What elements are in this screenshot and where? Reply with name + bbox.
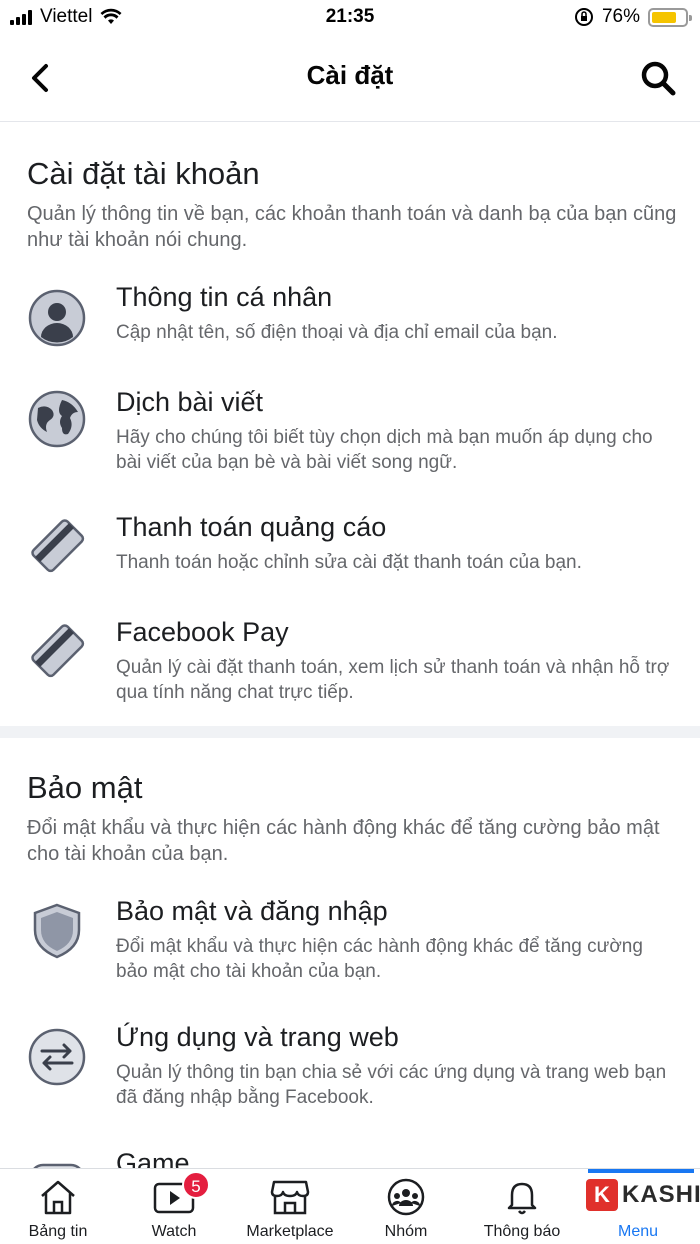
rotation-lock-icon [574, 8, 593, 26]
tab-watch[interactable]: 5 Watch [116, 1169, 232, 1244]
settings-item-apps-websites[interactable]: Ứng dụng và trang web Quản lý thông tin … [0, 1020, 700, 1120]
settings-item-subtitle: Thanh toán hoặc chỉnh sửa cài đặt thanh … [116, 552, 582, 573]
settings-item-personal-info[interactable]: Thông tin cá nhân Cập nhật tên, số điện … [0, 280, 700, 380]
tab-news-feed[interactable]: Bảng tin [0, 1169, 116, 1244]
settings-item-title: Thông tin cá nhân [116, 282, 333, 312]
settings-item-title: Game [116, 1148, 190, 1168]
settings-item-game[interactable]: Game [0, 1146, 700, 1168]
tab-notifications[interactable]: Thông báo [464, 1169, 580, 1244]
settings-item-ad-payments[interactable]: Thanh toán quảng cáo Thanh toán hoặc chỉ… [0, 510, 700, 610]
battery-icon [648, 7, 692, 27]
settings-item-title: Dịch bài viết [116, 387, 264, 417]
tab-label: Watch [151, 1223, 197, 1240]
section-divider [0, 726, 700, 738]
home-icon [41, 1180, 75, 1215]
globe-icon [28, 390, 86, 448]
shield-icon [33, 903, 81, 959]
header: Cài đặt [0, 36, 700, 122]
settings-item-title: Facebook Pay [116, 617, 289, 647]
settings-item-title: Thanh toán quảng cáo [116, 512, 387, 542]
active-tab-indicator [588, 1169, 694, 1173]
settings-item-subtitle: Quản lý cài đặt thanh toán, xem lịch sử … [116, 657, 670, 703]
settings-item-security-login[interactable]: Bảo mật và đăng nhập Đổi mật khẩu và thự… [0, 894, 700, 994]
tab-label: Nhóm [384, 1223, 428, 1240]
bell-icon [507, 1182, 537, 1215]
swap-arrows-icon [28, 1028, 86, 1086]
notification-badge: 5 [182, 1171, 210, 1199]
tab-label: Bảng tin [28, 1223, 88, 1240]
settings-item-title: Ứng dụng và trang web [116, 1022, 399, 1052]
tab-groups[interactable]: Nhóm [348, 1169, 464, 1244]
tab-label: Marketplace [246, 1223, 334, 1240]
section-description-account: Quản lý thông tin về bạn, các khoản than… [27, 203, 677, 251]
credit-card-icon [31, 624, 85, 678]
bottom-tab-bar: Bảng tin 5 Watch Marketplace Nhóm Thông … [0, 1168, 700, 1244]
settings-item-subtitle: Cập nhật tên, số điện thoại và địa chỉ e… [116, 322, 558, 343]
settings-item-title: Bảo mật và đăng nhập [116, 896, 388, 926]
settings-item-subtitle: Quản lý thông tin bạn chia sẻ với các ứn… [116, 1062, 667, 1108]
section-description-security: Đổi mật khẩu và thực hiện các hành động … [27, 817, 660, 865]
watermark-text: KASHI [622, 1181, 700, 1208]
tab-marketplace[interactable]: Marketplace [232, 1169, 348, 1244]
settings-item-subtitle: Đổi mật khẩu và thực hiện các hành động … [116, 936, 643, 982]
tab-label: Menu [617, 1223, 659, 1240]
section-title-security: Bảo mật [27, 770, 143, 805]
settings-item-translate-posts[interactable]: Dịch bài viết Hãy cho chúng tôi biết tùy… [0, 385, 700, 485]
status-bar: Viettel 21:35 76% [0, 0, 700, 36]
tab-label: Thông báo [483, 1223, 561, 1240]
search-icon[interactable] [638, 58, 678, 98]
marketplace-icon [270, 1180, 310, 1215]
settings-item-facebook-pay[interactable]: Facebook Pay Quản lý cài đặt thanh toán,… [0, 615, 700, 715]
settings-item-subtitle: Hãy cho chúng tôi biết tùy chọn dịch mà … [116, 427, 653, 473]
person-icon [28, 289, 86, 347]
groups-icon [387, 1178, 425, 1216]
kashi-watermark-logo: K KASHI [586, 1179, 700, 1211]
credit-card-icon [31, 519, 85, 573]
battery-percent: 76% [601, 6, 640, 27]
section-title-account: Cài đặt tài khoản [27, 156, 260, 191]
page-title: Cài đặt [306, 60, 394, 90]
